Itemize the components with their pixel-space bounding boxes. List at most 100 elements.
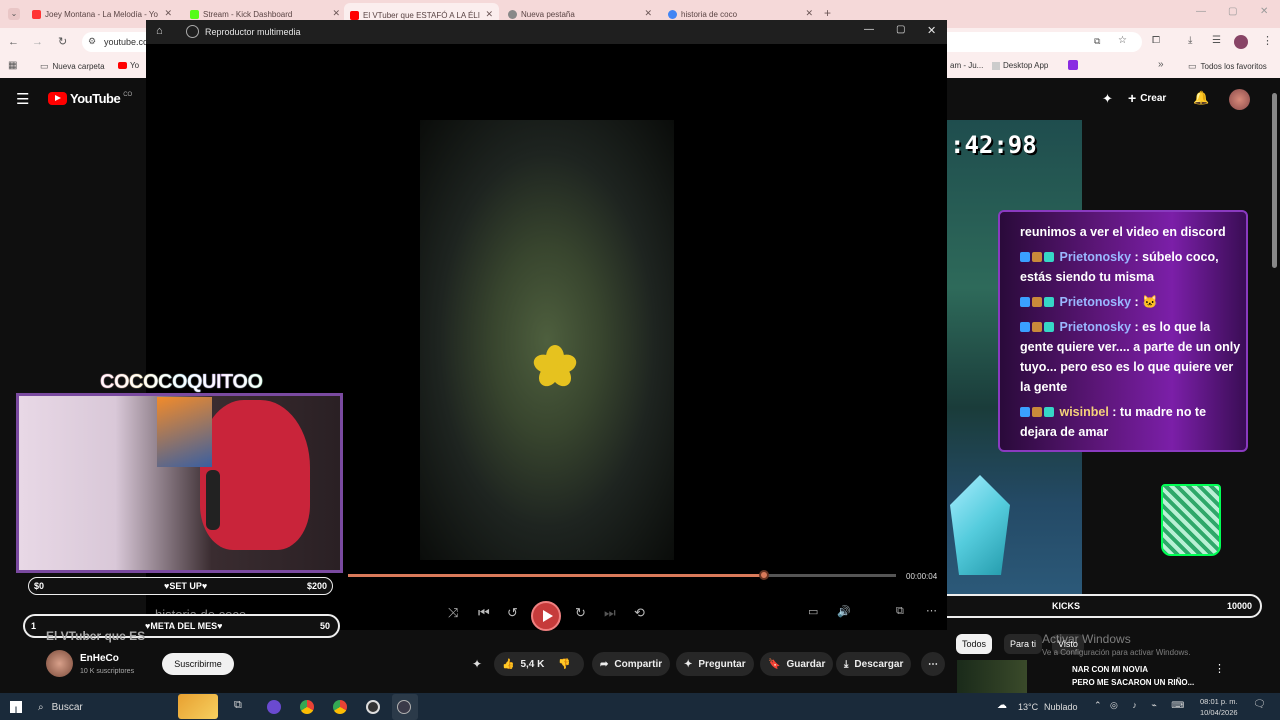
bookmark-youtube[interactable]: Yo [118, 61, 139, 70]
weather-text[interactable]: Nublado [1044, 702, 1078, 712]
maximize-browser-icon[interactable]: ▢ [1228, 6, 1237, 17]
weather-icon[interactable]: ☁ [997, 700, 1007, 711]
more-options-icon[interactable]: ⋯ [926, 604, 937, 617]
bookmark-label: Yo [130, 61, 140, 70]
bookmark-folder-nueva-carpeta[interactable]: ▭ Nueva carpeta [40, 61, 105, 72]
twitch-bookmark-icon[interactable] [1068, 60, 1078, 70]
more-icon: ⋯ [928, 658, 938, 670]
green-trashcan-sprite [1161, 484, 1221, 556]
youtube-logo-text: YouTube [70, 91, 121, 106]
tray-chevron-icon[interactable]: ⌃ [1094, 700, 1102, 711]
all-bookmarks[interactable]: ▭ Todos los favoritos [1188, 61, 1267, 72]
chrome-icon[interactable] [300, 700, 314, 714]
reload-icon[interactable]: ↻ [58, 35, 67, 48]
side-video-title[interactable]: NAR CON MI NOVIA PERO ME SACARON UN RIÑO… [1072, 663, 1194, 689]
play-button[interactable] [531, 601, 561, 631]
chrome-profile-icon[interactable] [333, 700, 347, 714]
minimize-browser-icon[interactable]: — [1196, 6, 1206, 17]
forward-30-icon[interactable]: ↻ [575, 605, 586, 621]
game-timer: :42:98 [950, 131, 1037, 159]
chat-message: wisinbel : tu madre no te dejara de amar [1020, 402, 1246, 442]
new-tab-button[interactable]: + [824, 6, 831, 20]
windows-start-icon[interactable] [10, 701, 22, 713]
notifications-icon[interactable]: 🗨 [1253, 699, 1266, 710]
tray-icons[interactable]: ◎ ♪ ⌁ ⌨ [1110, 700, 1190, 711]
close-tab-icon[interactable]: ✕ [485, 9, 493, 20]
channel-name[interactable]: EnHeCo [80, 653, 119, 664]
weather-temp[interactable]: 13°C [1018, 702, 1038, 712]
previous-icon[interactable]: ⏮ [478, 605, 490, 621]
side-video-menu-icon[interactable]: ⋮ [1214, 662, 1225, 675]
profile-avatar-icon[interactable] [1234, 35, 1248, 49]
gemini-ask-icon[interactable]: ✦ [472, 657, 482, 671]
media-player-app-icon [186, 25, 199, 38]
rewind-10-icon[interactable]: ↺ [507, 605, 518, 621]
bookmark-star-icon[interactable]: ☆ [1118, 35, 1127, 46]
notifications-bell-icon[interactable]: 🔔 [1193, 90, 1209, 106]
install-app-icon[interactable]: ⧉ [1094, 36, 1100, 47]
bookmark-desktop-app[interactable]: Desktop App [992, 61, 1048, 70]
seek-progress [348, 574, 765, 577]
tab-label: Nueva pestaña [521, 9, 575, 19]
seek-handle[interactable] [759, 570, 770, 580]
share-button[interactable]: ➦ Compartir [592, 652, 671, 676]
chip-para-ti[interactable]: Para ti [1004, 634, 1043, 654]
gemini-icon[interactable]: ✦ [1102, 91, 1113, 107]
save-label: Guardar [786, 658, 826, 670]
close-tab-icon[interactable]: ✕ [164, 8, 172, 19]
close-tab-icon[interactable]: ✕ [332, 8, 340, 19]
close-window-icon[interactable]: ✕ [927, 24, 936, 37]
site-info-icon[interactable]: ⚙ [88, 36, 96, 47]
save-button[interactable]: 🔖 Guardar [760, 652, 834, 676]
account-avatar[interactable] [1229, 89, 1250, 110]
taskbar-app-icon[interactable] [267, 700, 281, 714]
video-frame[interactable] [420, 120, 674, 560]
seek-bar[interactable] [348, 570, 896, 580]
download-button[interactable]: ⤓ Descargar [836, 652, 912, 676]
more-bookmarks-icon[interactable]: » [1158, 59, 1164, 70]
tab-search-icon[interactable]: ⌄ [8, 8, 20, 20]
more-actions-button[interactable]: ⋯ [921, 652, 945, 676]
home-icon[interactable]: ⌂ [156, 25, 163, 37]
youtube-logo[interactable]: YouTube CO [48, 91, 132, 106]
volume-icon[interactable]: 🔊 [837, 605, 851, 618]
extensions-icon[interactable]: ⧠ [1152, 35, 1160, 46]
create-button[interactable]: + Crear [1128, 90, 1166, 106]
close-tab-icon[interactable]: ✕ [805, 8, 813, 19]
subtitles-icon[interactable]: ▭ [808, 605, 818, 618]
shuffle-icon[interactable]: ⤨ [448, 605, 458, 621]
ask-button[interactable]: ✦ Preguntar [676, 652, 754, 676]
chip-todos[interactable]: Todos [956, 634, 993, 654]
download-icon[interactable]: ⤓ [1188, 35, 1192, 46]
minimize-window-icon[interactable]: — [864, 24, 874, 35]
apps-grid-icon[interactable]: ▦ [8, 60, 17, 71]
side-video-thumbnail[interactable] [957, 660, 1027, 693]
side-video-line1: NAR CON MI NOVIA [1072, 665, 1148, 674]
close-tab-icon[interactable]: ✕ [644, 8, 652, 19]
forward-icon[interactable]: → [32, 36, 43, 48]
hamburger-menu-icon[interactable]: ☰ [16, 90, 29, 108]
channel-avatar[interactable] [46, 650, 73, 677]
subscribe-button[interactable]: Suscribirme [162, 653, 234, 675]
microphone [206, 470, 220, 530]
subscriber-count: 10 K suscriptores [80, 668, 135, 675]
badge-icon [1032, 322, 1042, 332]
next-icon[interactable]: ⏭ [604, 605, 616, 621]
reading-list-icon[interactable]: ☰ [1212, 35, 1221, 46]
bookmark-label: Desktop App [1003, 61, 1049, 70]
mini-player-icon[interactable]: ⧉ [896, 605, 904, 618]
repeat-icon[interactable]: ⟲ [634, 605, 645, 621]
like-icon[interactable]: 👍 [502, 659, 514, 670]
clock[interactable]: 08:01 p. m. 10/04/2026 [1200, 696, 1238, 718]
maximize-window-icon[interactable]: ▢ [896, 24, 905, 35]
dislike-icon[interactable]: 👎 [558, 659, 570, 670]
bookmark-partial[interactable]: am - Ju... [950, 61, 983, 70]
like-count: 5,4 K [520, 658, 545, 670]
back-icon[interactable]: ← [8, 36, 19, 48]
obs-icon[interactable] [366, 700, 380, 714]
browser-menu-icon[interactable]: ⋮ [1262, 34, 1273, 47]
task-view-icon[interactable]: ⧉ [234, 699, 242, 712]
page-scrollbar[interactable] [1272, 93, 1277, 268]
chat-message: Prietonosky : es lo que la gente quiere … [1020, 317, 1246, 397]
close-browser-icon[interactable]: ✕ [1260, 6, 1268, 17]
